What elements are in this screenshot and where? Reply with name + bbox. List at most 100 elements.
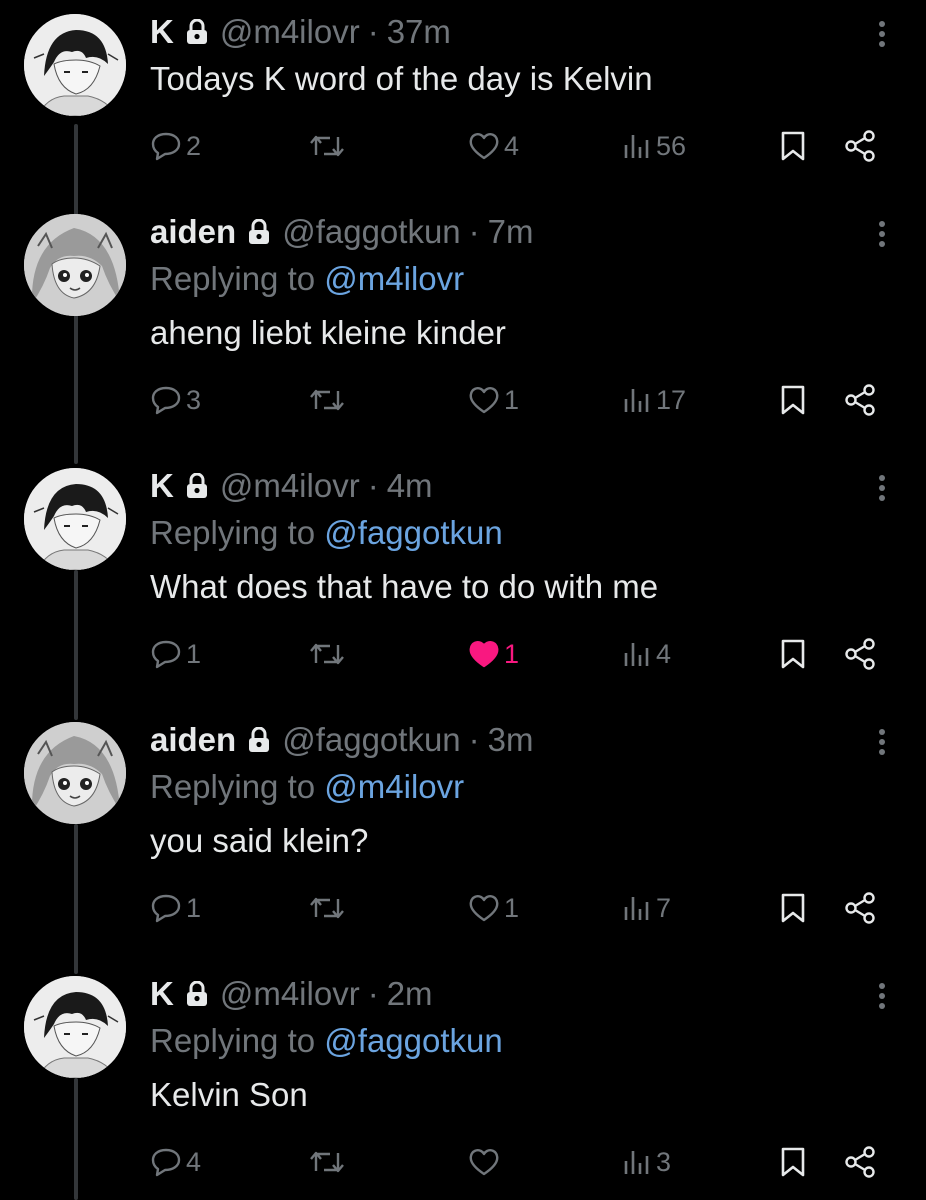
reply-button[interactable]: 1 <box>150 634 201 674</box>
like-button[interactable] <box>468 1142 504 1182</box>
share-button[interactable] <box>844 888 878 928</box>
more-icon[interactable] <box>872 722 892 762</box>
lock-icon <box>186 19 208 45</box>
reply-button[interactable]: 2 <box>150 126 201 166</box>
separator: · <box>367 13 379 50</box>
timestamp[interactable]: 2m <box>387 975 433 1013</box>
action-bar: 1 1 4 <box>0 634 926 674</box>
retweet-button[interactable] <box>308 634 350 674</box>
more-icon[interactable] <box>872 14 892 54</box>
reply-icon <box>151 386 181 415</box>
replying-to: Replying to @faggotkun <box>150 1022 503 1060</box>
reply-count: 1 <box>186 638 202 669</box>
views-button[interactable]: 4 <box>622 634 671 674</box>
reply-button[interactable]: 3 <box>150 380 201 420</box>
author-handle[interactable]: @m4ilovr <box>220 975 360 1013</box>
views-icon <box>624 135 649 158</box>
k-avatar-image <box>24 976 126 1078</box>
like-button[interactable]: 1 <box>468 380 519 420</box>
bookmark-button[interactable] <box>780 1142 806 1182</box>
author-handle[interactable]: @m4ilovr <box>220 13 360 51</box>
replying-label: Replying to <box>150 1022 316 1059</box>
retweet-button[interactable] <box>308 1142 350 1182</box>
avatar[interactable] <box>24 214 126 316</box>
tweet[interactable]: aiden @faggotkun · 7m Replying to @m4ilo… <box>0 200 926 454</box>
share-button[interactable] <box>844 1142 878 1182</box>
views-button[interactable]: 3 <box>622 1142 671 1182</box>
more-icon[interactable] <box>872 976 892 1016</box>
k-avatar-image <box>24 14 126 116</box>
share-icon <box>845 130 875 162</box>
retweet-icon <box>310 897 344 919</box>
retweet-icon <box>310 135 344 157</box>
author-name[interactable]: K <box>150 975 174 1013</box>
tweet-header: K @m4ilovr · 2m <box>150 972 433 1016</box>
like-button[interactable]: 4 <box>468 126 519 166</box>
bookmark-icon <box>781 639 805 669</box>
like-button[interactable]: 1 <box>468 634 519 674</box>
retweet-button[interactable] <box>308 380 350 420</box>
views-count: 17 <box>656 384 687 415</box>
more-icon[interactable] <box>872 214 892 254</box>
bookmark-button[interactable] <box>780 634 806 674</box>
reply-count: 3 <box>186 384 202 415</box>
avatar[interactable] <box>24 14 126 116</box>
like-button[interactable]: 1 <box>468 888 519 928</box>
reply-button[interactable]: 4 <box>150 1142 201 1182</box>
heart-icon <box>469 895 499 922</box>
bookmark-button[interactable] <box>780 888 806 928</box>
avatar[interactable] <box>24 722 126 824</box>
views-button[interactable]: 7 <box>622 888 671 928</box>
reply-icon <box>151 1148 181 1177</box>
heart-filled-icon <box>469 641 499 668</box>
heart-icon <box>469 1149 499 1176</box>
tweet-text: Kelvin Son <box>150 1076 308 1113</box>
replying-handle-link[interactable]: @m4ilovr <box>324 768 464 805</box>
replying-handle-link[interactable]: @m4ilovr <box>324 260 464 297</box>
reply-count: 4 <box>186 1146 202 1177</box>
action-bar: 1 1 7 <box>0 888 926 928</box>
views-count: 4 <box>656 638 672 669</box>
author-name[interactable]: aiden <box>150 213 236 251</box>
tweet-header: K @m4ilovr · 4m <box>150 464 433 508</box>
author-handle[interactable]: @m4ilovr <box>220 467 360 505</box>
replying-handle-link[interactable]: @faggotkun <box>324 514 502 551</box>
action-bar: 4 3 <box>0 1142 926 1182</box>
like-count: 1 <box>504 638 520 669</box>
timestamp[interactable]: 7m <box>488 213 534 251</box>
replying-to: Replying to @faggotkun <box>150 514 503 552</box>
tweet-header: aiden @faggotkun · 7m <box>150 210 534 254</box>
reply-button[interactable]: 1 <box>150 888 201 928</box>
more-icon[interactable] <box>872 468 892 508</box>
replying-handle-link[interactable]: @faggotkun <box>324 1022 502 1059</box>
avatar[interactable] <box>24 468 126 570</box>
author-name[interactable]: K <box>150 467 174 505</box>
views-button[interactable]: 56 <box>622 126 686 166</box>
share-button[interactable] <box>844 126 878 166</box>
retweet-button[interactable] <box>308 126 350 166</box>
author-handle[interactable]: @faggotkun <box>282 213 460 251</box>
bookmark-button[interactable] <box>780 380 806 420</box>
retweet-button[interactable] <box>308 888 350 928</box>
timestamp[interactable]: 3m <box>488 721 534 759</box>
author-name[interactable]: K <box>150 13 174 51</box>
tweet[interactable]: aiden @faggotkun · 3m Replying to @m4ilo… <box>0 708 926 962</box>
like-count: 1 <box>504 384 520 415</box>
tweet[interactable]: K @m4ilovr · 4m Replying to @faggotkun W… <box>0 454 926 708</box>
author-name[interactable]: aiden <box>150 721 236 759</box>
timestamp[interactable]: 37m <box>387 13 451 51</box>
bookmark-button[interactable] <box>780 126 806 166</box>
share-button[interactable] <box>844 380 878 420</box>
views-icon <box>624 897 649 920</box>
views-button[interactable]: 17 <box>622 380 686 420</box>
avatar[interactable] <box>24 976 126 1078</box>
timestamp[interactable]: 4m <box>387 467 433 505</box>
tweet[interactable]: K @m4ilovr · 2m Replying to @faggotkun K… <box>0 962 926 1200</box>
retweet-icon <box>310 643 344 665</box>
views-icon <box>624 389 649 412</box>
tweet-text: aheng liebt kleine kinder <box>150 314 506 351</box>
share-button[interactable] <box>844 634 878 674</box>
retweet-icon <box>310 1151 344 1173</box>
views-count: 56 <box>656 130 687 161</box>
author-handle[interactable]: @faggotkun <box>282 721 460 759</box>
